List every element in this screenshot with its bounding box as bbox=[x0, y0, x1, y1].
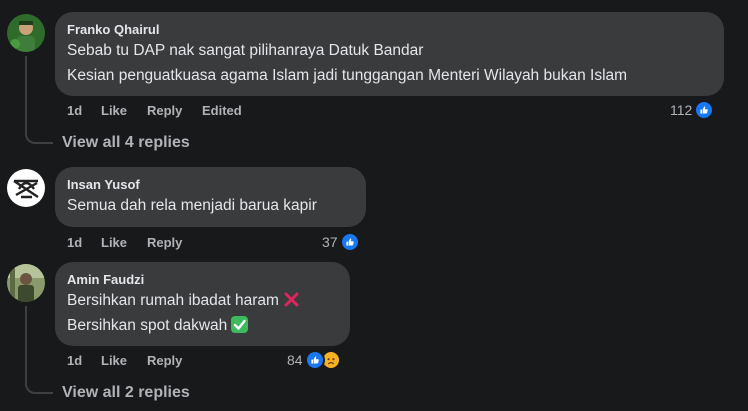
reaction-summary[interactable]: 112 bbox=[670, 100, 715, 120]
comment-author[interactable]: Insan Yusof bbox=[67, 176, 354, 193]
like-icon bbox=[339, 232, 360, 252]
like-icon bbox=[694, 100, 715, 120]
edited-label[interactable]: Edited bbox=[202, 103, 242, 119]
reaction-count: 84 bbox=[287, 352, 303, 368]
comment-text-line: Sebab tu DAP nak sangat pilihanraya Datu… bbox=[67, 42, 424, 59]
comment-bubble: Franko Qhairul Sebab tu DAP nak sangat p… bbox=[55, 12, 724, 96]
cross-mark-icon bbox=[283, 291, 300, 308]
reaction-count: 112 bbox=[670, 102, 693, 118]
comment-author[interactable]: Amin Faudzi bbox=[67, 271, 338, 288]
avatar[interactable] bbox=[7, 169, 45, 207]
comment-bubble: Insan Yusof Semua dah rela menjadi barua… bbox=[55, 167, 366, 227]
avatar[interactable] bbox=[7, 264, 45, 302]
comment-text-line: Kesian penguatkuasa agama Islam jadi tun… bbox=[67, 67, 628, 84]
avatar[interactable] bbox=[7, 14, 45, 52]
reply-button[interactable]: Reply bbox=[147, 353, 182, 369]
thread-connector bbox=[25, 306, 53, 394]
comment-actions: 1d Like Reply bbox=[67, 235, 217, 251]
reaction-summary[interactable]: 84 bbox=[287, 350, 341, 370]
view-replies-button[interactable]: View all 2 replies bbox=[62, 383, 190, 403]
comment-bubble: Amin Faudzi Bersihkan rumah ibadat haram… bbox=[55, 262, 350, 346]
comment-timestamp[interactable]: 1d bbox=[67, 235, 82, 251]
like-button[interactable]: Like bbox=[101, 235, 127, 251]
comment-text-line: Bersihkan spot dakwah bbox=[67, 313, 338, 338]
comment-text-line: Semua dah rela menjadi barua kapir bbox=[67, 197, 317, 214]
reaction-summary[interactable]: 37 bbox=[322, 232, 360, 252]
comment-actions: 1d Like Reply bbox=[67, 353, 217, 369]
like-icon bbox=[304, 350, 325, 370]
comment-text: Bersihkan rumah ibadat haram bbox=[67, 292, 279, 309]
comment-author[interactable]: Franko Qhairul bbox=[67, 21, 712, 38]
view-replies-button[interactable]: View all 4 replies bbox=[62, 133, 190, 153]
check-mark-icon bbox=[231, 316, 249, 333]
comment-text: Bersihkan spot dakwah bbox=[67, 317, 228, 334]
reply-button[interactable]: Reply bbox=[147, 103, 182, 119]
like-button[interactable]: Like bbox=[101, 353, 127, 369]
comment-timestamp[interactable]: 1d bbox=[67, 353, 82, 369]
thread-connector bbox=[25, 56, 53, 144]
comment-text-line: Bersihkan rumah ibadat haram bbox=[67, 288, 338, 313]
reaction-count: 37 bbox=[322, 234, 338, 250]
reply-button[interactable]: Reply bbox=[147, 235, 182, 251]
like-button[interactable]: Like bbox=[101, 103, 127, 119]
comment-actions: 1d Like Reply Edited bbox=[67, 103, 267, 119]
comment-timestamp[interactable]: 1d bbox=[67, 103, 82, 119]
comments-section: Franko Qhairul Sebab tu DAP nak sangat p… bbox=[0, 0, 748, 411]
